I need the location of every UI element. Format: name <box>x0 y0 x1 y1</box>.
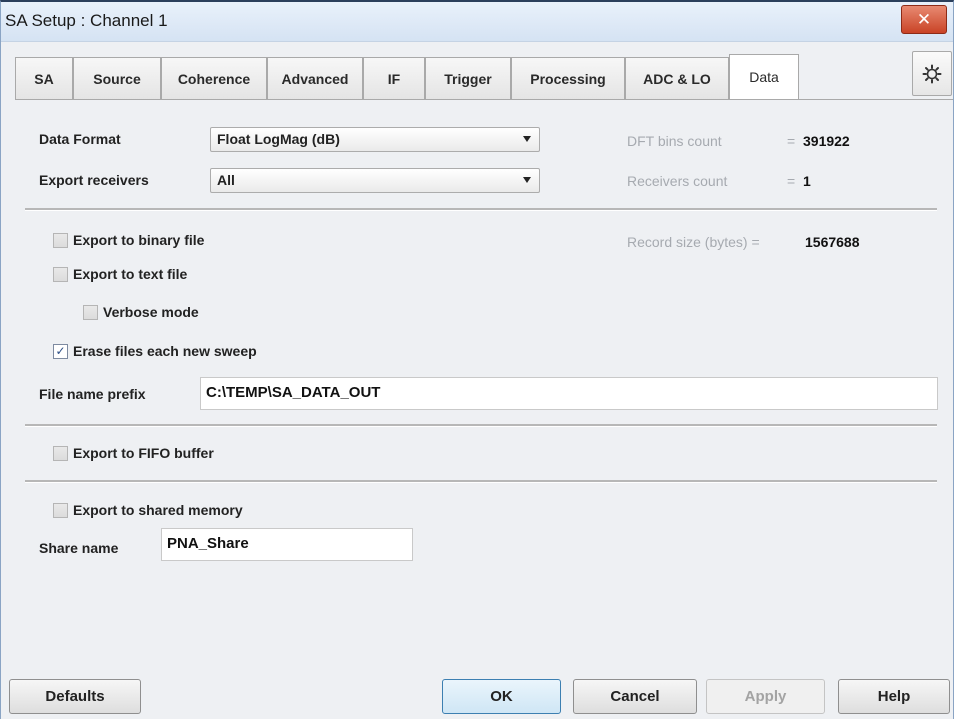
record-size-label: Record size (bytes) = <box>627 234 760 250</box>
defaults-button[interactable]: Defaults <box>9 679 141 714</box>
settings-button[interactable] <box>912 51 952 96</box>
button-label: Cancel <box>610 688 660 705</box>
tab-sa[interactable]: SA <box>15 57 73 100</box>
export-binary-label: Export to binary file <box>73 232 205 248</box>
tab-label: Trigger <box>444 71 492 87</box>
export-receivers-label: Export receivers <box>39 172 149 188</box>
checkbox-box <box>53 502 68 518</box>
button-label: Help <box>877 688 911 705</box>
button-label: Defaults <box>45 688 105 705</box>
export-fifo-checkbox[interactable]: Export to FIFO buffer <box>53 445 214 461</box>
file-prefix-value: C:\TEMP\SA_DATA_OUT <box>206 384 381 401</box>
tab-label: Data <box>749 69 779 85</box>
erase-files-checkbox[interactable]: ✓ Erase files each new sweep <box>53 343 257 359</box>
verbose-mode-checkbox[interactable]: Verbose mode <box>83 304 199 320</box>
export-fifo-label: Export to FIFO buffer <box>73 445 214 461</box>
dft-bins-eq: = <box>787 133 796 149</box>
chevron-down-icon <box>523 136 531 142</box>
apply-button[interactable]: Apply <box>706 679 825 714</box>
export-shared-memory-checkbox[interactable]: Export to shared memory <box>53 502 243 518</box>
divider <box>25 480 937 483</box>
button-label: OK <box>490 688 513 705</box>
file-prefix-label: File name prefix <box>39 386 146 402</box>
data-format-dropdown[interactable]: Float LogMag (dB) <box>210 127 540 152</box>
tab-trigger[interactable]: Trigger <box>425 57 511 100</box>
divider <box>25 424 937 427</box>
close-icon: ✕ <box>916 9 932 29</box>
export-receivers-dropdown[interactable]: All <box>210 168 540 193</box>
chevron-down-icon <box>523 177 531 183</box>
tab-if[interactable]: IF <box>363 57 425 100</box>
export-text-checkbox[interactable]: Export to text file <box>53 266 187 282</box>
window-title: SA Setup : Channel 1 <box>5 11 168 30</box>
record-size-value: 1567688 <box>805 234 860 250</box>
data-format-value: Float LogMag (dB) <box>217 131 340 147</box>
title-bar[interactable]: SA Setup : Channel 1 ✕ <box>1 2 953 42</box>
tab-label: Coherence <box>177 71 251 87</box>
tab-adc-lo[interactable]: ADC & LO <box>625 57 729 100</box>
gear-icon <box>922 64 942 83</box>
file-prefix-input[interactable]: C:\TEMP\SA_DATA_OUT <box>200 377 938 410</box>
dft-bins-value: 391922 <box>803 133 850 149</box>
export-receivers-value: All <box>217 172 235 188</box>
button-label: Apply <box>744 688 787 705</box>
receivers-count-label: Receivers count <box>627 173 728 189</box>
close-button[interactable]: ✕ <box>901 5 947 34</box>
tab-label: IF <box>387 71 401 87</box>
receivers-count-eq: = <box>787 173 796 189</box>
checkbox-box <box>53 445 68 461</box>
tab-label: ADC & LO <box>643 71 711 87</box>
share-name-value: PNA_Share <box>167 535 249 552</box>
tab-label: SA <box>34 71 54 87</box>
tab-source[interactable]: Source <box>73 57 161 100</box>
ok-button[interactable]: OK <box>442 679 561 714</box>
divider <box>25 208 937 211</box>
erase-files-label: Erase files each new sweep <box>73 343 257 359</box>
export-shared-memory-label: Export to shared memory <box>73 502 243 518</box>
tab-advanced[interactable]: Advanced <box>267 57 363 100</box>
tab-processing[interactable]: Processing <box>511 57 625 100</box>
sa-setup-dialog: SA Setup : Channel 1 ✕ SA Source Coheren… <box>0 0 954 719</box>
tab-data[interactable]: Data <box>729 54 799 99</box>
checkbox-box <box>53 232 68 248</box>
export-text-label: Export to text file <box>73 266 188 282</box>
share-name-label: Share name <box>39 540 119 556</box>
tab-label: Advanced <box>281 71 349 87</box>
checkbox-box <box>53 266 68 282</box>
data-format-label: Data Format <box>39 131 121 147</box>
checkbox-box <box>83 304 98 320</box>
verbose-mode-label: Verbose mode <box>103 304 199 320</box>
receivers-count-value: 1 <box>803 173 811 189</box>
check-icon: ✓ <box>53 343 68 359</box>
dft-bins-label: DFT bins count <box>627 133 722 149</box>
export-binary-checkbox[interactable]: Export to binary file <box>53 232 204 248</box>
tab-label: Source <box>93 71 141 87</box>
tab-coherence[interactable]: Coherence <box>161 57 267 100</box>
share-name-input[interactable]: PNA_Share <box>161 528 413 561</box>
tab-label: Processing <box>530 71 606 87</box>
cancel-button[interactable]: Cancel <box>573 679 697 714</box>
help-button[interactable]: Help <box>838 679 950 714</box>
